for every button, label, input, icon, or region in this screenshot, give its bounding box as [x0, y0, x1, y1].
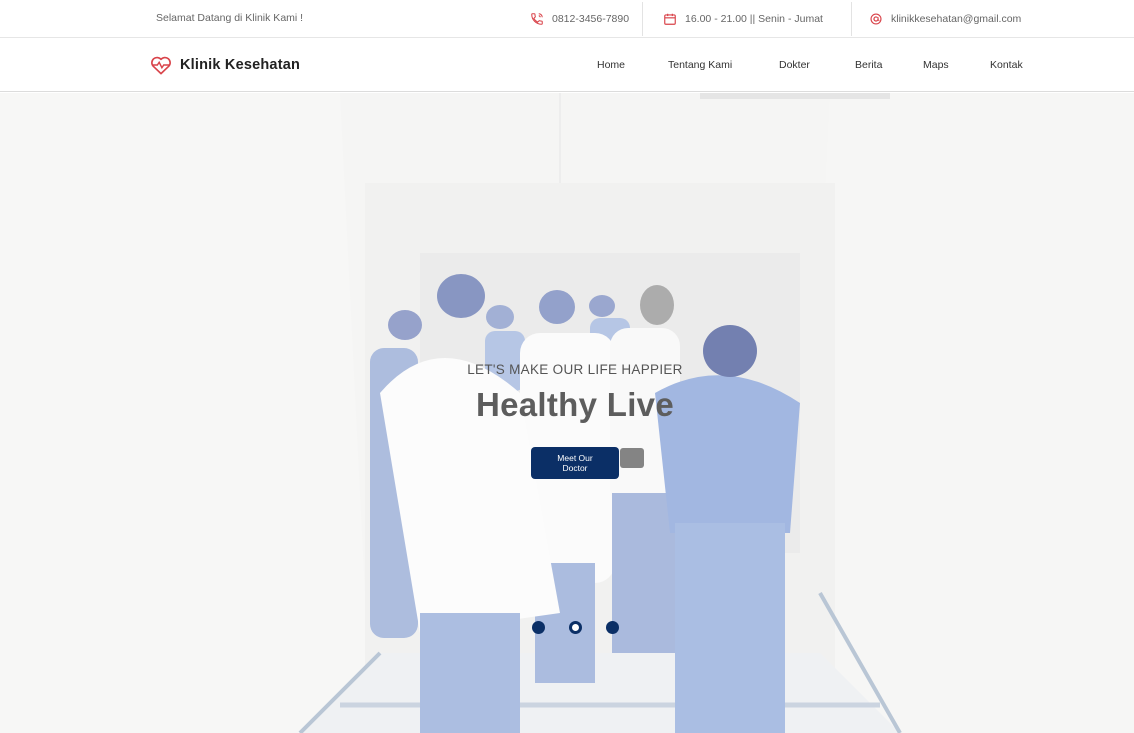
hero-headline: Healthy Live	[475, 386, 674, 423]
main-menu: Home Tentang Kami Dokter Berita Maps Kon…	[0, 59, 1134, 75]
phone-icon	[530, 12, 544, 26]
nav-item-maps[interactable]: Maps	[923, 59, 949, 71]
opening-hours: 16.00 - 21.00 || Senin - Jumat	[685, 13, 823, 25]
main-navbar: Klinik Kesehatan Home Tentang Kami Dokte…	[0, 39, 1134, 92]
slider-dots	[0, 621, 1134, 635]
nav-item-tentang-kami[interactable]: Tentang Kami	[668, 59, 732, 71]
nav-item-berita[interactable]: Berita	[855, 59, 882, 71]
phone-number: 0812-3456-7890	[552, 13, 630, 25]
divider	[851, 2, 852, 36]
hero-eyebrow: LET'S MAKE OUR LIFE HAPPIER	[467, 362, 683, 377]
hero-slider: LET'S MAKE OUR LIFE HAPPIER Healthy Live…	[0, 93, 1134, 733]
calendar-icon	[663, 12, 677, 26]
nav-item-home[interactable]: Home	[597, 59, 625, 71]
mail-icon	[869, 12, 883, 26]
email-address: klinikkesehatan@gmail.com	[891, 13, 1022, 25]
welcome-text: Selamat Datang di Klinik Kami !	[156, 12, 304, 24]
nav-item-dokter[interactable]: Dokter	[779, 59, 810, 71]
meet-our-doctor-button[interactable]: Meet Our Doctor	[531, 447, 619, 479]
slide-dot-1[interactable]	[532, 621, 545, 634]
hours-info: 16.00 - 21.00 || Senin - Jumat	[663, 12, 823, 26]
slide-dot-3[interactable]	[606, 621, 619, 634]
phone-info[interactable]: 0812-3456-7890	[530, 12, 629, 26]
top-info-bar: Selamat Datang di Klinik Kami ! 0812-345…	[0, 0, 1134, 38]
nav-item-kontak[interactable]: Kontak	[990, 59, 1023, 71]
email-info[interactable]: klinikkesehatan@gmail.com	[869, 12, 1021, 26]
hero-content: LET'S MAKE OUR LIFE HAPPIER Healthy Live…	[0, 93, 1134, 733]
slide-dot-2[interactable]	[569, 621, 582, 634]
divider	[642, 2, 643, 36]
